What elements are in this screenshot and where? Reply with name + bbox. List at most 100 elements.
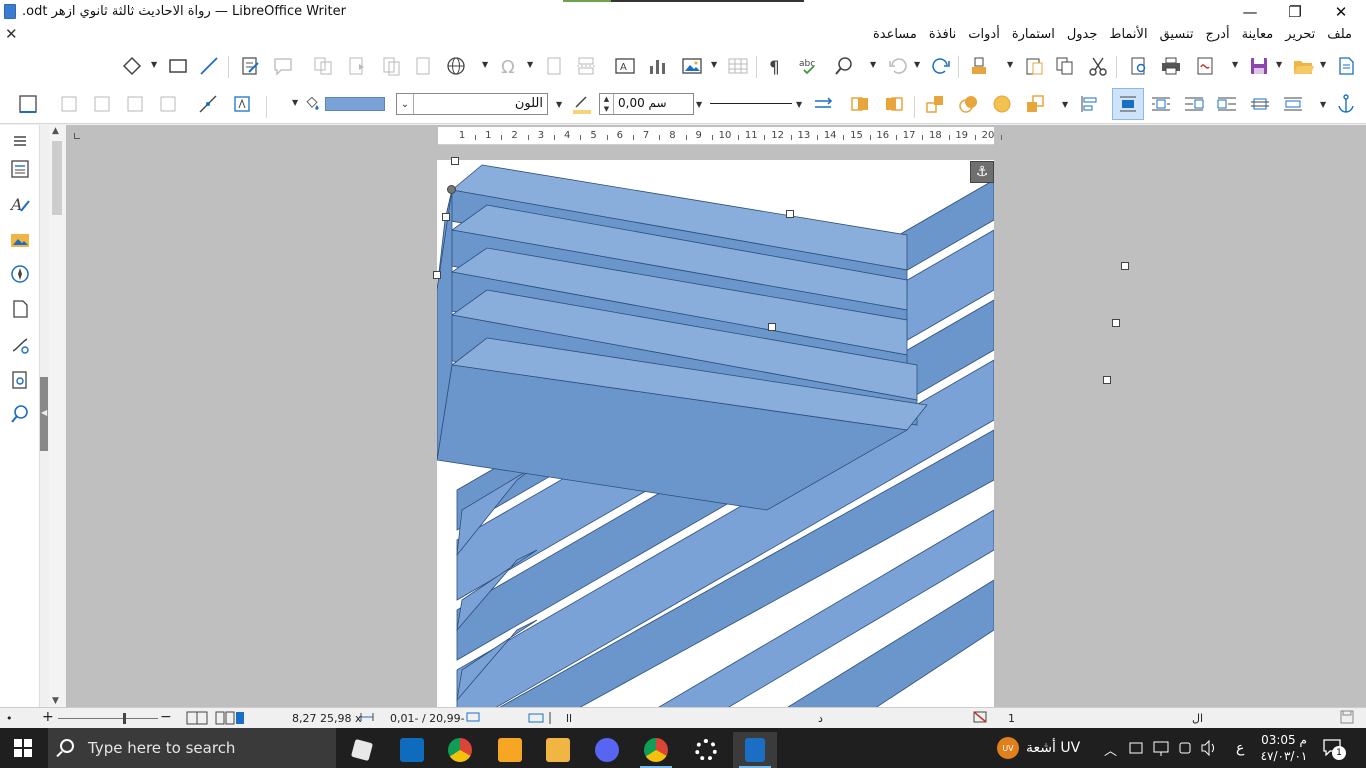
export-pdf-icon[interactable] — [1193, 54, 1217, 78]
selection-handle[interactable] — [433, 271, 441, 279]
style-inspector-icon[interactable] — [8, 333, 32, 357]
wrap-off-icon[interactable] — [1116, 92, 1140, 116]
taskbar-app-file-explorer[interactable] — [536, 732, 580, 768]
bookmark-icon[interactable] — [345, 54, 369, 78]
field-icon[interactable] — [411, 54, 435, 78]
properties-icon[interactable] — [8, 157, 32, 181]
hyperlink-icon[interactable] — [444, 54, 468, 78]
gallery-icon[interactable] — [8, 228, 32, 252]
menu-tools[interactable]: أدوات — [962, 27, 1006, 42]
send-backward-icon[interactable] — [956, 92, 980, 116]
taskbar-app-chrome-profile[interactable] — [634, 732, 678, 768]
wrap-through-icon[interactable] — [1248, 92, 1272, 116]
shapes-dropdown-icon[interactable]: ▼ — [151, 60, 157, 69]
menu-help[interactable]: مساعدة — [867, 27, 923, 42]
horizontal-ruler[interactable]: 1 1 2 3 4 5 6 7 8 9 10 11 12 13 14 15 16 17 18 19 20 — [438, 127, 1003, 145]
hyperlink-dropdown-icon[interactable]: ▼ — [482, 60, 488, 69]
align-icon[interactable] — [1077, 92, 1101, 116]
line-width-dropdown-icon[interactable]: ▼ — [696, 100, 702, 109]
menu-view[interactable]: معاينة — [1236, 27, 1280, 42]
navigator-icon[interactable] — [8, 262, 32, 286]
formatting-marks-icon[interactable]: ¶ — [763, 54, 787, 78]
line-style-dropdown-icon[interactable]: ▼ — [796, 100, 802, 109]
selection-mode-icon[interactable] — [528, 711, 558, 728]
bring-to-front-icon[interactable] — [848, 92, 872, 116]
redo-icon[interactable] — [929, 54, 953, 78]
to-background-icon[interactable] — [1023, 92, 1047, 116]
menu-format[interactable]: تنسيق — [1154, 27, 1200, 42]
taskbar-app-writer[interactable] — [733, 732, 777, 768]
close-document-button[interactable]: ✕ — [5, 25, 18, 43]
drawing-shape[interactable] — [437, 160, 994, 707]
menu-file[interactable]: ملف — [1321, 27, 1358, 42]
save-icon[interactable] — [1247, 54, 1271, 78]
image-icon[interactable] — [680, 54, 704, 78]
bring-forward-icon[interactable] — [923, 92, 947, 116]
align-objects-icon[interactable] — [57, 92, 81, 116]
cut-icon[interactable] — [1086, 54, 1110, 78]
manage-changes-icon[interactable] — [8, 368, 32, 392]
area-style-combobox[interactable]: ⌄ اللون — [396, 93, 548, 115]
new-document-icon[interactable] — [1334, 54, 1358, 78]
paste-dropdown-icon[interactable]: ▼ — [1007, 60, 1013, 69]
to-foreground-icon[interactable] — [989, 92, 1013, 116]
line-icon[interactable] — [197, 54, 221, 78]
menu-window[interactable]: نافذة — [923, 27, 962, 42]
undo-dropdown-icon[interactable]: ▼ — [914, 60, 920, 69]
selection-handle[interactable] — [786, 210, 794, 218]
taskbar-app-outlook[interactable] — [390, 732, 434, 768]
print-preview-icon[interactable] — [1127, 54, 1151, 78]
open-icon[interactable] — [1291, 54, 1315, 78]
menu-insert[interactable]: أدرج — [1199, 27, 1235, 42]
weather-uv-icon[interactable]: UV — [997, 737, 1019, 759]
find-dropdown-icon[interactable]: ▼ — [870, 60, 876, 69]
taskbar-app-chrome[interactable] — [438, 732, 482, 768]
track-changes-icon[interactable] — [238, 54, 262, 78]
shapes-icon[interactable] — [120, 54, 144, 78]
chevron-down-icon[interactable]: ⌄ — [397, 94, 414, 114]
chart-icon[interactable] — [646, 54, 670, 78]
view-multipage-icon[interactable] — [186, 711, 246, 728]
area-fill-icon[interactable] — [303, 92, 321, 116]
zoom-in-button[interactable]: + — [42, 709, 54, 725]
footnote-icon[interactable] — [542, 54, 566, 78]
menu-styles[interactable]: الأنماط — [1103, 27, 1153, 42]
align-bottom-objects-icon[interactable] — [156, 92, 180, 116]
selection-handle[interactable] — [1112, 319, 1120, 327]
document-canvas[interactable]: 1 1 2 3 4 5 6 7 8 9 10 11 12 13 14 15 16 17 18 19 20 — [66, 125, 1366, 707]
special-character-dropdown-icon[interactable]: ▼ — [527, 60, 533, 69]
sidebar-collapse-handle[interactable]: ◀ — [40, 377, 48, 451]
area-color-swatch[interactable] — [325, 97, 385, 111]
save-dropdown-icon[interactable]: ▼ — [1232, 60, 1238, 69]
align-center-objects-icon[interactable] — [90, 92, 114, 116]
zoom-slider[interactable] — [58, 718, 158, 719]
find-replace-icon[interactable] — [832, 54, 856, 78]
system-clock[interactable]: 03:05 م ٤٧/٠٣/٠١ — [1258, 732, 1310, 764]
copy-icon[interactable] — [1053, 54, 1077, 78]
line-color-dropdown-icon[interactable]: ▼ — [556, 100, 562, 109]
text-box-icon[interactable]: A — [613, 54, 637, 78]
wrap-dropdown-icon[interactable]: ▼ — [1320, 100, 1326, 109]
arrange-dropdown-icon[interactable]: ▼ — [1062, 100, 1068, 109]
language-marker[interactable]: د — [818, 712, 823, 725]
selection-handle[interactable] — [1103, 376, 1111, 384]
menu-form[interactable]: استمارة — [1006, 27, 1061, 42]
input-language[interactable]: ع — [1236, 740, 1244, 756]
anchor-icon[interactable] — [1334, 92, 1358, 116]
notification-center-icon[interactable]: 1 — [1322, 738, 1346, 760]
styles-icon[interactable]: A — [8, 192, 32, 216]
taskbar-app-roblox[interactable] — [340, 732, 384, 768]
taskbar-app-paint[interactable] — [488, 732, 532, 768]
points-icon[interactable] — [196, 92, 220, 116]
wrap-optimal-icon[interactable] — [1281, 92, 1305, 116]
taskbar-app-discord[interactable] — [585, 732, 629, 768]
fontwork-icon[interactable] — [230, 92, 254, 116]
wrap-left-icon[interactable] — [1182, 92, 1206, 116]
weather-text[interactable]: أشعة UV — [1026, 740, 1080, 756]
arrow-style-icon[interactable] — [811, 92, 835, 116]
minimize-button[interactable]: — — [1227, 0, 1273, 24]
taskbar-search[interactable]: Type here to search — [48, 728, 336, 768]
close-window-button[interactable]: ✕ — [1318, 0, 1364, 24]
page-number-field[interactable]: 1 — [1008, 712, 1015, 725]
undo-icon[interactable] — [886, 54, 910, 78]
